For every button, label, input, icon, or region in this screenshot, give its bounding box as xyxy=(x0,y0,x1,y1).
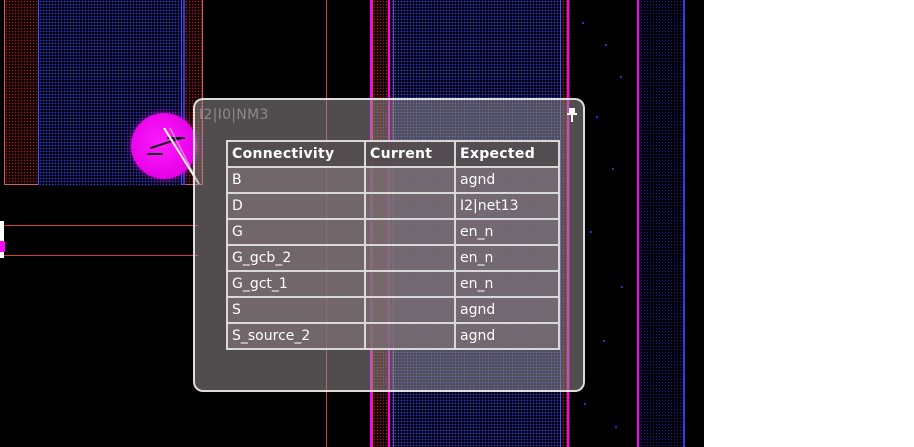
expected-cell: en_n xyxy=(454,270,560,298)
grid-marker xyxy=(621,286,623,288)
table-header-row: Connectivity Current Expected xyxy=(226,140,560,168)
far-right-navy-layer xyxy=(640,0,683,447)
expected-cell: I2|net13 xyxy=(454,192,560,220)
probe-connector-glyph xyxy=(147,153,163,155)
table-row: D I2|net13 xyxy=(226,192,560,220)
current-cell xyxy=(364,322,456,350)
expected-column-header: Expected xyxy=(454,140,560,168)
table-row: S agnd xyxy=(226,296,560,324)
current-cell xyxy=(364,244,456,272)
expected-cell: en_n xyxy=(454,218,560,246)
table-row: G_gcb_2 en_n xyxy=(226,244,560,272)
grid-marker xyxy=(596,116,598,118)
current-cell xyxy=(364,166,456,194)
connectivity-table: Connectivity Current Expected B agnd D I… xyxy=(226,140,560,350)
connectivity-cell: D xyxy=(226,192,366,220)
expected-cell: en_n xyxy=(454,244,560,272)
expected-cell: agnd xyxy=(454,322,560,350)
current-column-header: Current xyxy=(364,140,456,168)
connectivity-cell: G_gct_1 xyxy=(226,270,366,298)
popup-title: I2|I0|NM3 xyxy=(199,107,269,123)
left-horizontal-wire-top xyxy=(0,225,198,226)
current-cell xyxy=(364,296,456,324)
connectivity-cell: G xyxy=(226,218,366,246)
table-row: B agnd xyxy=(226,166,560,194)
probe-icon[interactable] xyxy=(131,113,197,179)
grid-marker xyxy=(584,403,586,405)
connectivity-popup[interactable]: I2|I0|NM3 Connectivity Current Expected … xyxy=(193,98,585,392)
current-cell xyxy=(364,270,456,298)
grid-marker xyxy=(590,231,592,233)
grid-marker xyxy=(605,44,607,46)
layout-canvas[interactable]: I2|I0|NM3 Connectivity Current Expected … xyxy=(0,0,704,447)
current-cell xyxy=(364,192,456,220)
table-row: G_gct_1 en_n xyxy=(226,270,560,298)
expected-cell: agnd xyxy=(454,166,560,194)
grid-marker xyxy=(615,426,617,428)
table-row: G en_n xyxy=(226,218,560,246)
magenta-wire-4 xyxy=(637,0,639,447)
current-cell xyxy=(364,218,456,246)
left-horizontal-wire-bottom xyxy=(0,255,198,256)
probe-connector-glyph xyxy=(167,137,185,139)
grid-marker xyxy=(582,22,584,24)
grid-marker xyxy=(612,168,614,170)
pin-icon[interactable] xyxy=(566,107,578,123)
left-terminal-mark xyxy=(0,221,4,258)
connectivity-cell: G_gcb_2 xyxy=(226,244,366,272)
connectivity-cell: S_source_2 xyxy=(226,322,366,350)
far-right-blue-wire xyxy=(683,0,685,447)
connectivity-column-header: Connectivity xyxy=(226,140,366,168)
connectivity-cell: B xyxy=(226,166,366,194)
connectivity-cell: S xyxy=(226,296,366,324)
table-row: S_source_2 agnd xyxy=(226,322,560,350)
grid-marker xyxy=(603,340,605,342)
left-terminal-highlight xyxy=(0,241,5,252)
grid-marker xyxy=(620,76,622,78)
expected-cell: agnd xyxy=(454,296,560,324)
